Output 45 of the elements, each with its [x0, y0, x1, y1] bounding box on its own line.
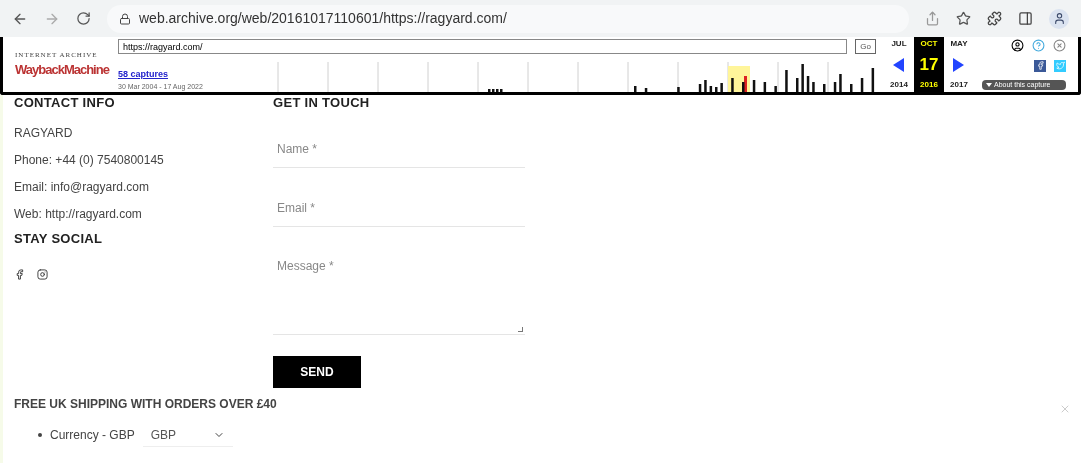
day-label: 17 [919, 56, 939, 73]
year-label: 2017 [950, 79, 968, 91]
currency-label: Currency - GBP [50, 427, 135, 444]
month-label: OCT [920, 38, 938, 50]
year-label: 2014 [890, 79, 908, 91]
input-field[interactable]: Name * [273, 131, 525, 168]
section-heading: CONTACT INFO [14, 95, 116, 111]
month-label: MAY [950, 38, 968, 50]
instagram-icon[interactable] [37, 268, 48, 280]
facebook-icon[interactable] [14, 268, 25, 280]
month-column[interactable]: MAY 2017 [944, 37, 974, 92]
extensions-icon[interactable] [987, 11, 1002, 26]
resize-handle-icon[interactable] [518, 327, 523, 332]
wayback-logo[interactable]: WaybackMachine [15, 60, 109, 79]
profile-icon[interactable] [1049, 8, 1069, 29]
go-button[interactable]: Go [855, 39, 876, 54]
share-icon[interactable] [925, 11, 940, 26]
side-panel-icon[interactable] [1018, 11, 1033, 26]
close-icon[interactable] [1053, 39, 1066, 52]
bullet-icon [38, 433, 42, 437]
lock-icon [119, 12, 131, 25]
year-label: 2016 [920, 79, 938, 91]
message-field[interactable]: Message * [273, 249, 525, 335]
section-heading: GET IN TOUCH [273, 95, 371, 111]
address-bar[interactable]: web.archive.org/web/20161017110601/https://ragyard.com/ [107, 4, 909, 33]
captures-link[interactable]: 58 captures [118, 68, 268, 82]
contact-line: RAGYARD [14, 125, 74, 142]
url-input[interactable]: https://ragyard.com/ [118, 39, 848, 54]
section-heading: STAY SOCIAL [14, 230, 104, 248]
reload-icon[interactable] [76, 11, 91, 26]
input-field[interactable]: Email * [273, 190, 525, 227]
next-arrow-icon[interactable] [953, 57, 965, 72]
send-button[interactable]: SEND [273, 356, 361, 388]
contact-line: Phone: +44 (0) 7540800145 [14, 152, 165, 169]
url-text: web.archive.org/web/20161017110601/https://ragyard.com/ [139, 9, 507, 28]
currency-select[interactable]: GBP [142, 423, 233, 447]
caret-icon [986, 82, 992, 87]
contact-line: Email: info@ragyard.com [14, 179, 150, 196]
account-icon[interactable] [1011, 39, 1024, 52]
bookmark-icon[interactable] [956, 11, 971, 26]
month-label: JUL [891, 38, 907, 50]
month-column[interactable]: OCT 17 2016 [914, 37, 944, 92]
facebook-icon[interactable] [1034, 59, 1046, 72]
help-icon[interactable] [1032, 39, 1045, 52]
contact-line: Web: http://ragyard.com [14, 206, 143, 223]
